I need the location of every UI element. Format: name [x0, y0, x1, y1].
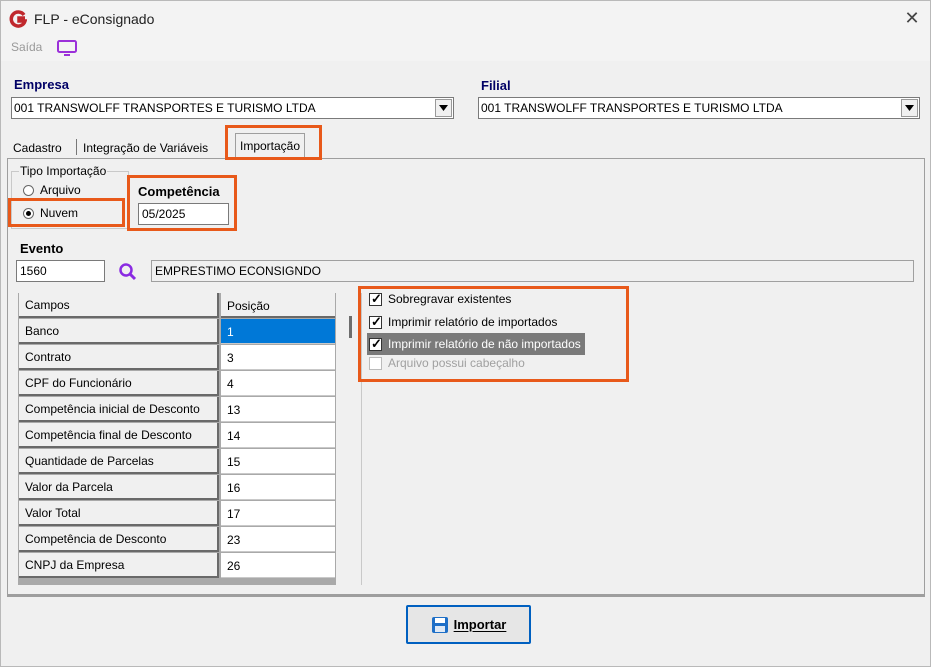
scrollbar-thumb[interactable] [349, 316, 352, 338]
table-row[interactable]: Valor da Parcela 16 [18, 475, 336, 501]
grid-cell-posicao[interactable]: 14 [221, 423, 335, 448]
empresa-select[interactable]: 001 TRANSWOLFF TRANSPORTES E TURISMO LTD… [11, 97, 454, 119]
grid-cell-campo: Quantidade de Parcelas [19, 449, 219, 474]
tipo-importacao-title: Tipo Importação [19, 164, 108, 178]
import-button-label: Importar [453, 617, 507, 632]
app-logo-icon [9, 10, 27, 28]
empresa-value: 001 TRANSWOLFF TRANSPORTES E TURISMO LTD… [14, 101, 316, 115]
tab-separator [76, 139, 77, 155]
table-row[interactable]: CPF do Funcionário 4 [18, 371, 336, 397]
table-row[interactable]: Banco 1 [18, 319, 336, 345]
grid-cell-campo: Competência final de Desconto [19, 423, 219, 448]
close-icon[interactable]: ✕ [902, 9, 922, 29]
grid-cell-posicao[interactable]: 13 [221, 397, 335, 422]
monitor-icon[interactable] [57, 40, 77, 56]
filial-label: Filial [481, 78, 511, 93]
grid-cell-posicao[interactable]: 1 [221, 319, 335, 344]
grid-cell-campo: Valor da Parcela [19, 475, 219, 500]
chevron-down-icon[interactable] [901, 99, 918, 117]
grid-cell-campo: Contrato [19, 345, 219, 370]
evento-label: Evento [20, 241, 64, 256]
filial-select[interactable]: 001 TRANSWOLFF TRANSPORTES E TURISMO LTD… [478, 97, 920, 119]
floppy-disk-icon [431, 616, 448, 633]
grid-header-campos[interactable]: Campos [19, 293, 219, 318]
radio-arquivo-label: Arquivo [40, 183, 81, 197]
campos-grid[interactable]: Campos Posição Banco 1 Contrato 3 CPF do… [18, 293, 336, 585]
grid-cell-posicao[interactable]: 4 [221, 371, 335, 396]
evento-code-input[interactable]: 1560 [16, 260, 105, 282]
grid-cell-campo: Competência inicial de Desconto [19, 397, 219, 422]
grid-cell-posicao[interactable]: 23 [221, 527, 335, 552]
highlight-options [358, 286, 629, 382]
econsignado-window: FLP - eConsignado ✕ Saída Empresa 001 TR… [0, 0, 931, 667]
grid-cell-posicao[interactable]: 16 [221, 475, 335, 500]
filial-value: 001 TRANSWOLFF TRANSPORTES E TURISMO LTD… [481, 101, 783, 115]
footer-divider [7, 595, 925, 597]
table-row[interactable]: CNPJ da Empresa 26 [18, 553, 336, 579]
highlight-competencia [127, 175, 237, 231]
grid-cell-posicao[interactable]: 15 [221, 449, 335, 474]
highlight-nuvem [8, 198, 125, 227]
radio-arquivo[interactable]: Arquivo [23, 183, 81, 197]
table-row[interactable]: Competência de Desconto 23 [18, 527, 336, 553]
grid-cell-campo: CPF do Funcionário [19, 371, 219, 396]
evento-description: EMPRESTIMO ECONSIGNDO [151, 260, 914, 282]
grid-cell-campo: CNPJ da Empresa [19, 553, 219, 578]
menu-saida[interactable]: Saída [11, 40, 42, 54]
chevron-down-icon[interactable] [435, 99, 452, 117]
table-row[interactable]: Competência inicial de Desconto 13 [18, 397, 336, 423]
search-icon[interactable] [118, 262, 138, 282]
grid-cell-campo: Valor Total [19, 501, 219, 526]
grid-cell-campo: Banco [19, 319, 219, 344]
grid-cell-posicao[interactable]: 3 [221, 345, 335, 370]
import-button[interactable]: Importar [406, 605, 531, 644]
radio-arquivo-indicator[interactable] [23, 184, 34, 196]
window-title: FLP - eConsignado [34, 11, 155, 27]
table-row[interactable]: Quantidade de Parcelas 15 [18, 449, 336, 475]
grid-header-row: Campos Posição [18, 293, 336, 319]
title-bar: FLP - eConsignado ✕ [1, 1, 930, 37]
highlight-importacao-tab [225, 125, 322, 160]
grid-cell-campo: Competência de Desconto [19, 527, 219, 552]
empresa-label: Empresa [14, 77, 69, 92]
table-row[interactable]: Contrato 3 [18, 345, 336, 371]
grid-cell-posicao[interactable]: 17 [221, 501, 335, 526]
table-row[interactable]: Competência final de Desconto 14 [18, 423, 336, 449]
menu-bar: Saída [1, 37, 930, 61]
grid-cell-posicao[interactable]: 26 [221, 553, 335, 578]
table-row[interactable]: Valor Total 17 [18, 501, 336, 527]
grid-header-posicao[interactable]: Posição [221, 293, 335, 318]
